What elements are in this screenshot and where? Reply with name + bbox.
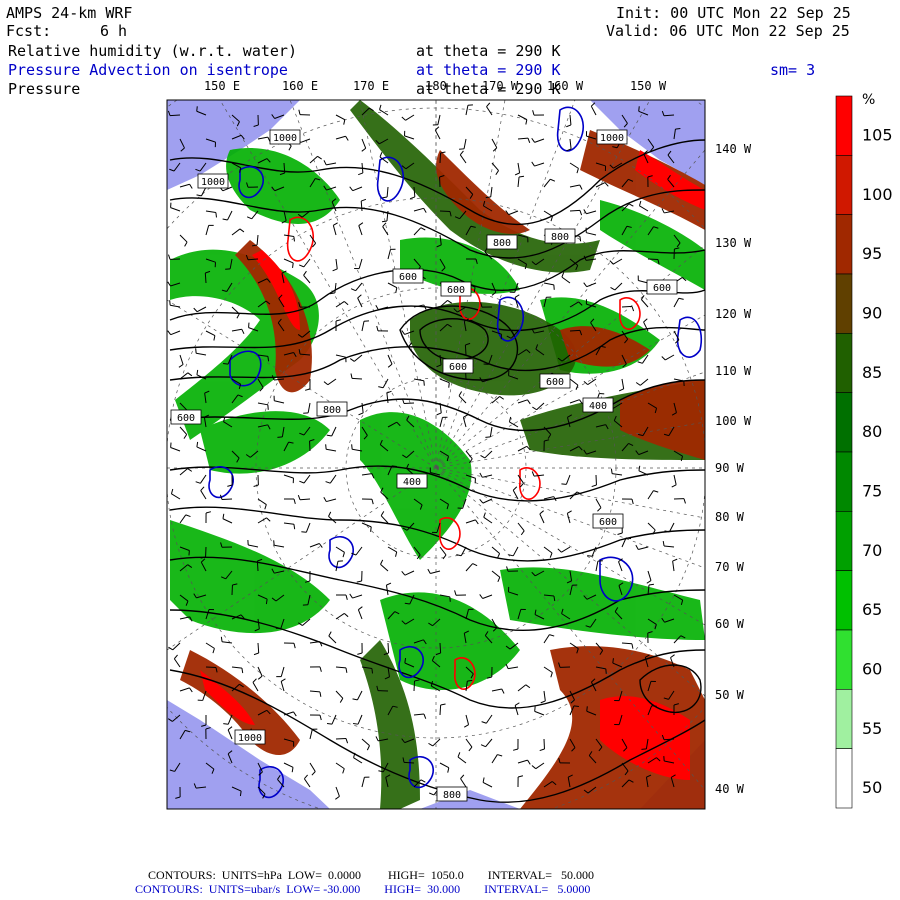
map-plot-area: 1000 1000 1000 800 800 600 600 600 600 600 600 800 4…: [167, 100, 705, 809]
colorbar-tick-label: 105: [862, 126, 893, 145]
colorbar-tick-label: 70: [862, 541, 882, 560]
svg-text:600: 600: [449, 362, 467, 373]
map-canvas: 1000 1000 1000 800 800 600 600 600 600 600 600 800 4…: [166, 79, 893, 810]
colorbar-bin: [835, 214, 853, 275]
svg-text:1000: 1000: [238, 733, 262, 744]
lon-label-top: 150 W: [630, 79, 667, 93]
colorbar-tick-label: 90: [862, 304, 882, 323]
colorbar-unit: %: [862, 92, 875, 108]
longitude-labels-right: 140 W 130 W 120 W 110 W 100 W 90 W 80 W 70 W 60 …: [715, 142, 752, 796]
contour-label: 800: [316, 401, 348, 417]
lon-label-right: 110 W: [715, 364, 752, 378]
contour-label: 600: [392, 268, 424, 284]
footer-pressure-contours: CONTOURS: UNITS=hPa LOW= 0.0000 HIGH= 10…: [148, 868, 594, 882]
lon-label-right: 50 W: [715, 688, 745, 702]
colorbar-tick-label: 55: [862, 719, 882, 738]
svg-text:400: 400: [403, 477, 421, 488]
svg-text:600: 600: [599, 517, 617, 528]
contour-label: 400: [582, 397, 614, 413]
svg-text:1000: 1000: [201, 177, 225, 188]
colorbar-bin: [835, 273, 853, 334]
colorbar-bin: [835, 629, 853, 690]
colorbar-bin: [835, 570, 853, 631]
footer-advection-contours: CONTOURS: UNITS=ubar/s LOW= -30.000 HIGH…: [135, 882, 591, 896]
svg-text:1000: 1000: [600, 133, 624, 144]
svg-text:800: 800: [323, 405, 341, 416]
lon-label-right: 90 W: [715, 461, 745, 475]
svg-text:400: 400: [589, 401, 607, 412]
colorbar-tick-label: 100: [862, 185, 893, 204]
svg-text:800: 800: [493, 238, 511, 249]
lon-label-top: 160 E: [282, 79, 318, 93]
colorbar-tick-label: 60: [862, 660, 882, 679]
colorbar-tick-label: 80: [862, 422, 882, 441]
lon-label-top: 180: [425, 79, 447, 93]
svg-text:800: 800: [551, 232, 569, 243]
colorbar-tick-label: 75: [862, 482, 882, 501]
contour-label: 800: [544, 228, 576, 244]
contour-label: 600: [592, 513, 624, 529]
contour-label: 600: [442, 358, 474, 374]
contour-label: 400: [396, 473, 428, 489]
lon-label-right: 100 W: [715, 414, 752, 428]
svg-text:1000: 1000: [273, 133, 297, 144]
contour-label: 600: [539, 373, 571, 389]
colorbar-tick-label: 50: [862, 778, 882, 797]
lon-label-top: 150 E: [204, 79, 240, 93]
contour-label: 600: [170, 409, 202, 425]
lon-label-right: 130 W: [715, 236, 752, 250]
longitude-labels-top: 150 E 160 E 170 E 180 170 W 160 W 150 W: [204, 79, 667, 93]
contour-label: 1000: [197, 173, 229, 189]
svg-text:600: 600: [447, 285, 465, 296]
svg-text:600: 600: [399, 272, 417, 283]
contour-label: 800: [486, 234, 518, 250]
lon-label-top: 170 E: [353, 79, 389, 93]
contour-label: 600: [440, 281, 472, 297]
lon-label-right: 120 W: [715, 307, 752, 321]
colorbar: % 105 100 95 90 85 80 75 70 65 60 55 50: [835, 92, 893, 809]
colorbar-bin: [835, 689, 853, 749]
lon-label-right: 70 W: [715, 560, 745, 574]
contour-label: 1000: [269, 129, 301, 145]
lon-label-top: 170 W: [482, 79, 519, 93]
lon-label-right: 60 W: [715, 617, 745, 631]
svg-text:600: 600: [653, 283, 671, 294]
colorbar-bin: [835, 155, 853, 215]
colorbar-bin: [835, 748, 853, 809]
colorbar-bin: [835, 95, 853, 156]
colorbar-bin: [835, 451, 853, 512]
contour-label: 1000: [596, 129, 628, 145]
contour-label: 800: [436, 786, 468, 802]
colorbar-bin: [835, 392, 853, 453]
colorbar-bin: [835, 511, 853, 571]
colorbar-bin: [835, 333, 853, 393]
contour-label: 600: [646, 279, 678, 295]
colorbar-tick-label: 65: [862, 600, 882, 619]
lon-label-right: 80 W: [715, 510, 745, 524]
lon-label-right: 40 W: [715, 782, 745, 796]
svg-text:600: 600: [177, 413, 195, 424]
colorbar-tick-label: 85: [862, 363, 882, 382]
lon-label-top: 160 W: [547, 79, 584, 93]
contour-label: 1000: [234, 729, 266, 745]
colorbar-tick-label: 95: [862, 244, 882, 263]
svg-text:600: 600: [546, 377, 564, 388]
lon-label-right: 140 W: [715, 142, 752, 156]
svg-text:800: 800: [443, 790, 461, 801]
